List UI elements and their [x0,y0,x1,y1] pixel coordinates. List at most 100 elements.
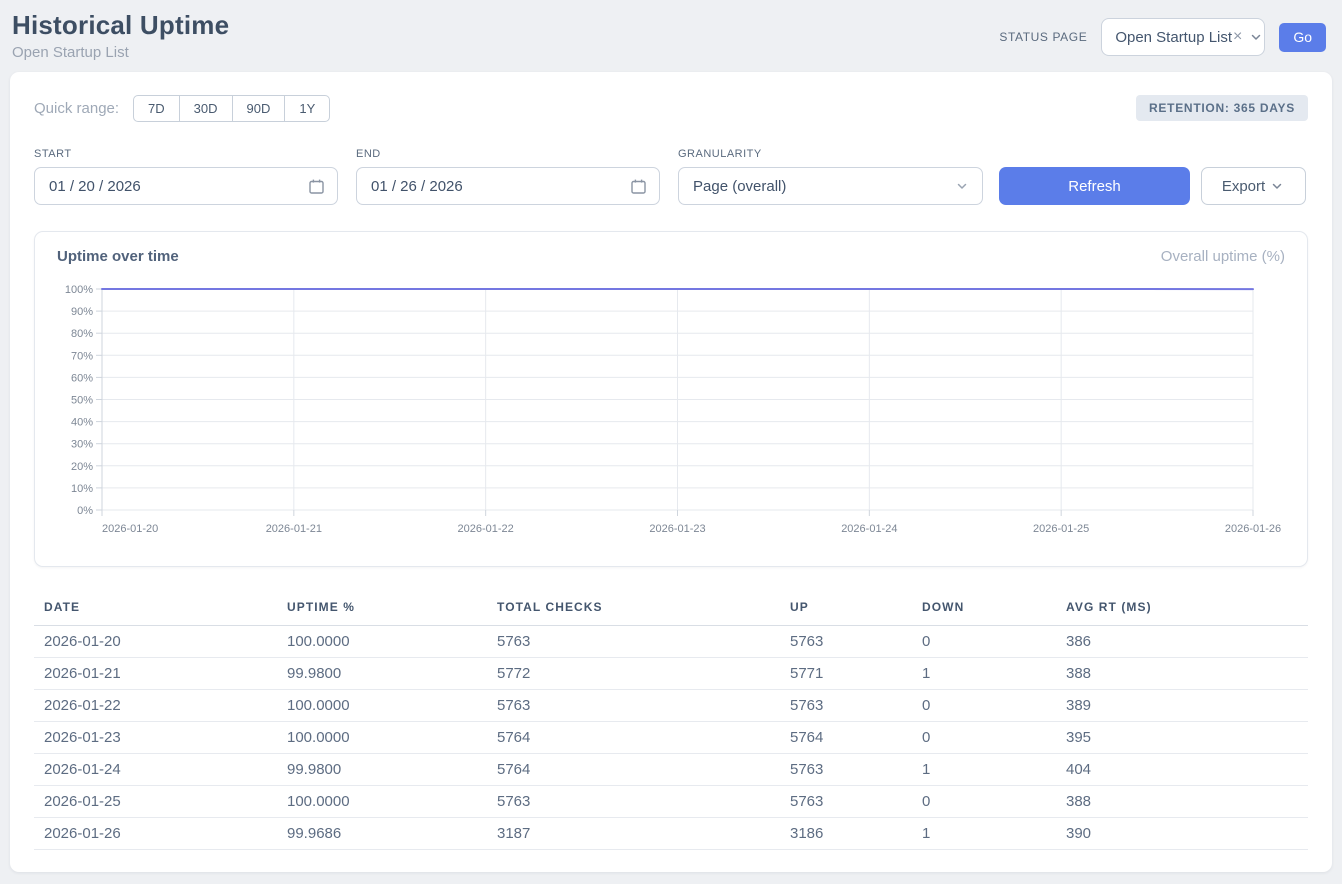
chart-header: Uptime over time Overall uptime (%) [55,248,1287,265]
table-cell: 0 [912,786,1056,818]
column-header-down: DOWN [912,591,1056,626]
calendar-icon[interactable] [630,178,647,195]
svg-text:2026-01-23: 2026-01-23 [649,523,705,535]
table-cell: 5764 [780,722,912,754]
table-row: 2026-01-2499.9800576457631404 [34,754,1308,786]
svg-text:80%: 80% [71,328,93,340]
granularity-select[interactable]: Page (overall) [678,167,983,205]
table-cell: 2026-01-26 [34,818,277,850]
column-header-total-checks: TOTAL CHECKS [487,591,780,626]
table-cell: 3186 [780,818,912,850]
title-block: Historical Uptime Open Startup List [12,10,229,61]
chevron-down-icon [1248,29,1264,45]
quick-range-30d[interactable]: 30D [179,95,233,122]
granularity-label: GRANULARITY [678,148,983,160]
table-cell: 2026-01-20 [34,626,277,658]
table-cell: 5763 [780,626,912,658]
svg-text:10%: 10% [71,483,93,495]
table-cell: 5764 [487,754,780,786]
table-row: 2026-01-25100.0000576357630388 [34,786,1308,818]
table-cell: 0 [912,722,1056,754]
table-cell: 99.9800 [277,658,487,690]
table-cell: 386 [1056,626,1308,658]
table-row: 2026-01-2199.9800577257711388 [34,658,1308,690]
svg-text:40%: 40% [71,417,93,429]
granularity-field: GRANULARITY Page (overall) [678,148,983,205]
svg-text:0%: 0% [77,505,93,517]
quick-range-row: Quick range: 7D 30D 90D 1Y RETENTION: 36… [34,94,1308,122]
table-cell: 5771 [780,658,912,690]
table-cell: 395 [1056,722,1308,754]
table-cell: 1 [912,754,1056,786]
table-header: DATE UPTIME % TOTAL CHECKS UP DOWN AVG R… [34,591,1308,626]
svg-text:20%: 20% [71,461,93,473]
chevron-down-icon [954,178,970,194]
uptime-line-chart: 0% 10% 20% 30% 40% 50% 60% 70% 80% 90% 100% 2026-01… [55,279,1287,551]
table-cell: 2026-01-25 [34,786,277,818]
table-row: 2026-01-2699.9686318731861390 [34,818,1308,850]
table-cell: 5763 [487,786,780,818]
quick-range-7d[interactable]: 7D [133,95,180,122]
table-row: 2026-01-22100.0000576357630389 [34,690,1308,722]
table-cell: 2026-01-21 [34,658,277,690]
column-header-up: UP [780,591,912,626]
export-button[interactable]: Export [1201,167,1306,205]
table-cell: 388 [1056,786,1308,818]
svg-text:70%: 70% [71,350,93,362]
main-panel: Quick range: 7D 30D 90D 1Y RETENTION: 36… [10,72,1332,872]
chart-legend: Overall uptime (%) [1161,248,1285,265]
retention-badge: RETENTION: 365 DAYS [1136,95,1308,121]
status-page-selected-value: Open Startup List [1115,29,1232,46]
table-row: 2026-01-20100.0000576357630386 [34,626,1308,658]
chevron-down-icon [1269,178,1285,194]
table-cell: 388 [1056,658,1308,690]
svg-text:50%: 50% [71,395,93,407]
calendar-icon[interactable] [308,178,325,195]
end-date-value: 01 / 26 / 2026 [371,178,630,195]
quick-range-1y[interactable]: 1Y [284,95,330,122]
status-page-label: STATUS PAGE [999,30,1087,44]
quick-range-90d[interactable]: 90D [232,95,286,122]
table-cell: 5763 [780,754,912,786]
table-cell: 0 [912,626,1056,658]
table-cell: 1 [912,818,1056,850]
chart-title: Uptime over time [57,248,179,265]
table-cell: 99.9800 [277,754,487,786]
svg-text:30%: 30% [71,439,93,451]
start-date-input[interactable]: 01 / 20 / 2026 [34,167,338,205]
svg-text:2026-01-22: 2026-01-22 [458,523,514,535]
column-header-uptime: UPTIME % [277,591,487,626]
svg-text:60%: 60% [71,372,93,384]
svg-text:2026-01-21: 2026-01-21 [266,523,322,535]
table-cell: 5763 [487,626,780,658]
page-title: Historical Uptime [12,10,229,41]
table-cell: 5763 [780,690,912,722]
quick-range-label: Quick range: [34,100,119,117]
end-date-label: END [356,148,660,160]
quick-range-group: 7D 30D 90D 1Y [133,95,330,122]
svg-text:2026-01-24: 2026-01-24 [841,523,897,535]
status-page-row: STATUS PAGE Open Startup List × Go [999,18,1326,56]
table-row: 2026-01-23100.0000576457640395 [34,722,1308,754]
start-date-field: START 01 / 20 / 2026 [34,148,338,205]
table-cell: 3187 [487,818,780,850]
svg-text:2026-01-26: 2026-01-26 [1225,523,1281,535]
column-header-date: DATE [34,591,277,626]
table-cell: 100.0000 [277,722,487,754]
refresh-button[interactable]: Refresh [999,167,1190,205]
table-cell: 5764 [487,722,780,754]
start-date-value: 01 / 20 / 2026 [49,178,308,195]
go-button[interactable]: Go [1279,23,1326,52]
svg-text:90%: 90% [71,306,93,318]
table-cell: 390 [1056,818,1308,850]
page-subtitle: Open Startup List [12,44,229,61]
svg-text:100%: 100% [65,284,93,296]
start-date-label: START [34,148,338,160]
end-date-input[interactable]: 01 / 26 / 2026 [356,167,660,205]
column-header-avg-rt: AVG RT (MS) [1056,591,1308,626]
table-cell: 100.0000 [277,786,487,818]
table-cell: 5763 [780,786,912,818]
status-page-select[interactable]: Open Startup List × [1101,18,1265,56]
uptime-chart-card: Uptime over time Overall uptime (%) 0% 10… [34,231,1308,567]
clear-selection-icon[interactable]: × [1233,28,1242,46]
